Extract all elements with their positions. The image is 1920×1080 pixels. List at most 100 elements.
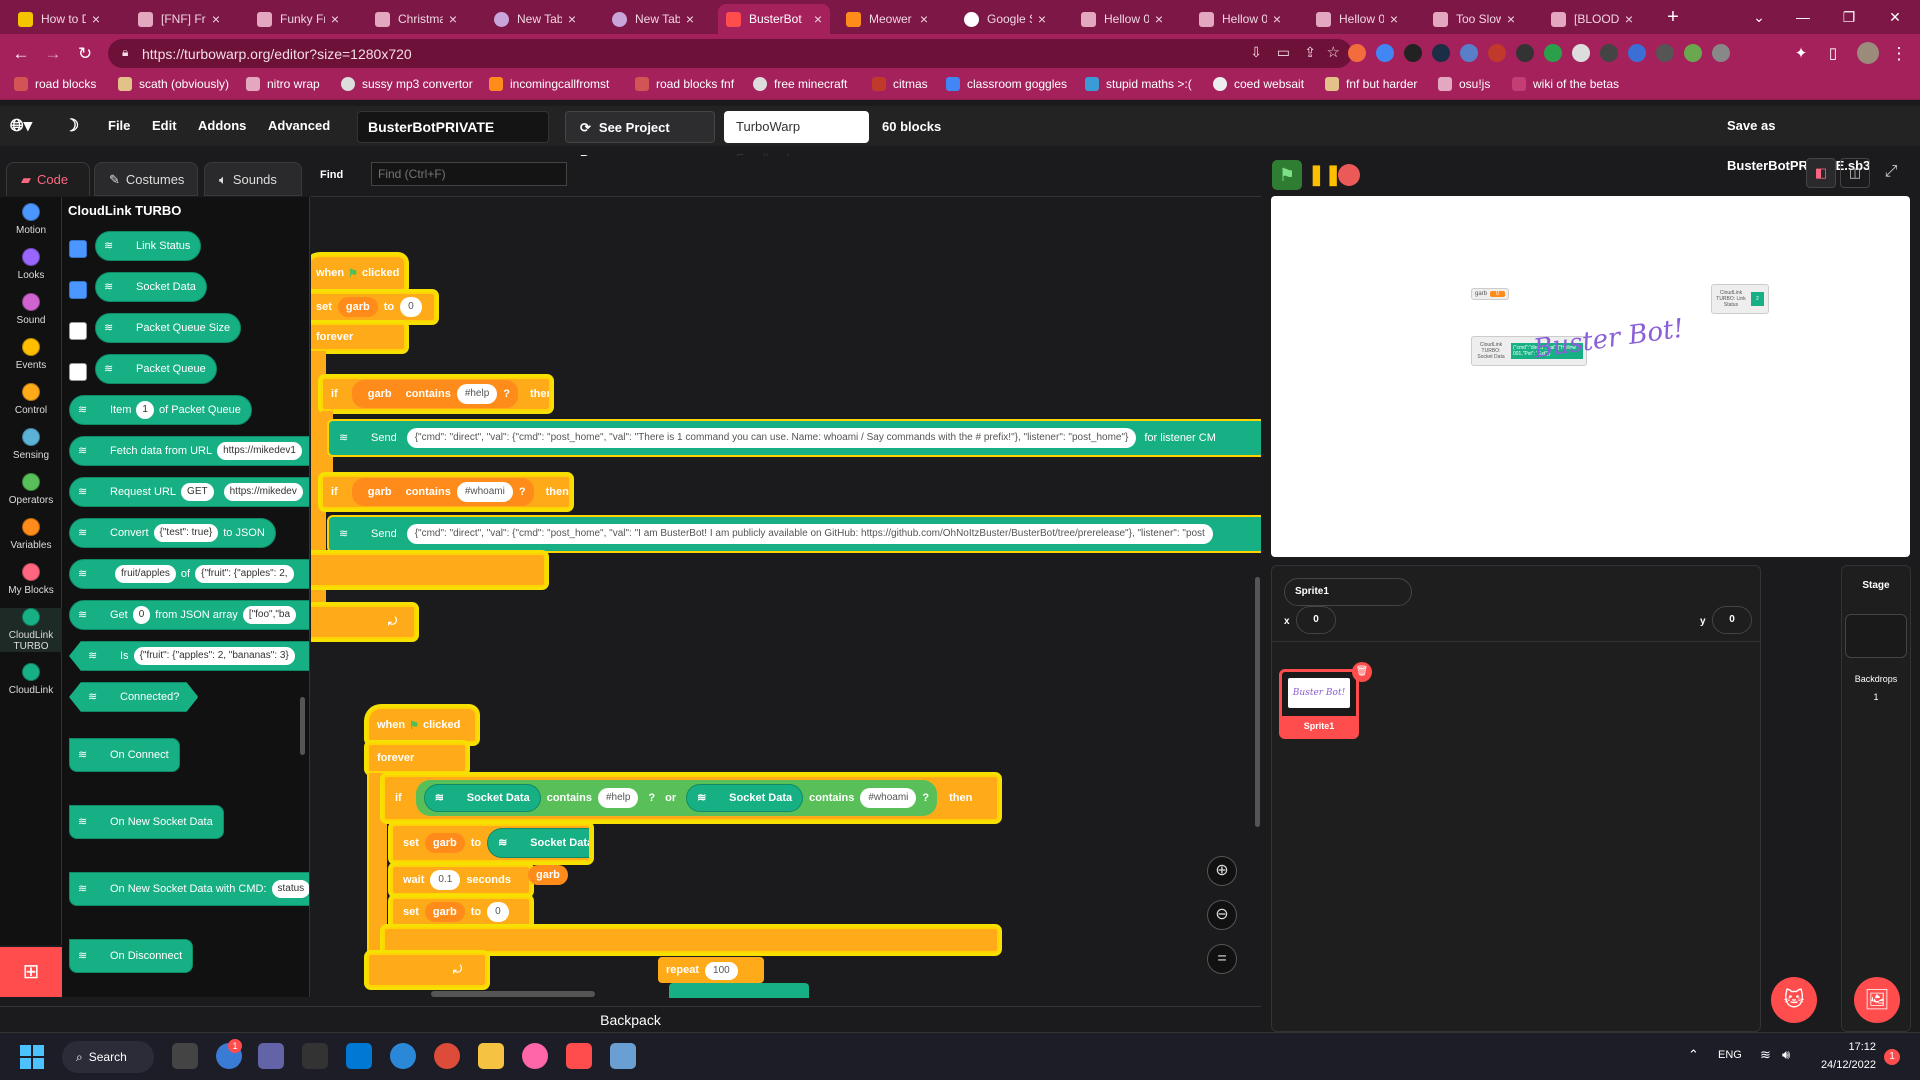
bookmark[interactable]: road blocks <box>14 77 96 91</box>
bookmark[interactable]: road blocks fnf <box>635 77 734 91</box>
teams-icon[interactable] <box>258 1043 284 1069</box>
hat-on-new-socket-data[interactable]: ≋ On New Socket Data <box>69 805 224 839</box>
minimize-icon[interactable]: — <box>1780 4 1826 30</box>
reporter-get-json-array[interactable]: ≋ Get 0 from JSON array ["foo","ba <box>69 600 309 630</box>
block-partial-green[interactable] <box>669 983 809 998</box>
category-control[interactable]: Control <box>0 383 62 416</box>
extension-icon[interactable] <box>1376 44 1394 62</box>
block-if-whoami[interactable]: if garb contains #whoami? then <box>321 475 571 509</box>
category-cloudlink-turbo[interactable]: CloudLink TURBO <box>0 608 62 652</box>
small-stage-icon[interactable]: ◧ <box>1806 158 1836 188</box>
close-icon[interactable]: × <box>1038 11 1046 27</box>
browser-tab[interactable]: Meower × <box>838 4 936 34</box>
add-backdrop-button[interactable]: 🖼︎ <box>1854 977 1900 1023</box>
close-icon[interactable]: × <box>1390 11 1398 27</box>
category-motion[interactable]: Motion <box>0 203 62 236</box>
green-flag-icon[interactable]: ⚑ <box>1272 160 1302 190</box>
extension-icon[interactable] <box>1572 44 1590 62</box>
bookmark-star-icon[interactable]: ☆ <box>1327 43 1340 61</box>
bookmark[interactable]: incomingcallfromst <box>489 77 609 91</box>
find-input[interactable] <box>371 162 567 186</box>
block-if-help[interactable]: if garb contains #help? then <box>321 377 551 411</box>
page-icon[interactable]: ▭ <box>1277 44 1290 61</box>
url-text[interactable]: https://turbowarp.org/editor?size=1280x7… <box>142 46 412 62</box>
browser-tab-active[interactable]: BusterBot × <box>718 4 830 34</box>
add-sprite-button[interactable]: 🐱︎ <box>1771 977 1817 1023</box>
close-icon[interactable]: × <box>568 11 576 27</box>
language-indicator[interactable]: ENG <box>1718 1049 1742 1061</box>
extension-icon[interactable] <box>1684 44 1702 62</box>
project-title-input[interactable]: BusterBotPRIVATE <box>357 111 549 143</box>
close-window-icon[interactable]: ✕ <box>1872 4 1918 30</box>
palette-scrollbar[interactable] <box>300 697 305 755</box>
block-set-garb[interactable]: set garb to 0 <box>311 292 436 322</box>
browser-tab[interactable]: [FNF] Frid× <box>130 4 228 34</box>
close-icon[interactable]: × <box>1155 11 1163 27</box>
extension-icon[interactable] <box>1460 44 1478 62</box>
feedback-button[interactable]: TurboWarp Feedback <box>724 111 869 166</box>
category-cloudlink[interactable]: CloudLink <box>0 663 62 696</box>
fullscreen-icon[interactable]: ⤢ <box>1876 158 1906 188</box>
extension-icon[interactable] <box>1712 44 1730 62</box>
checkbox-socket-data[interactable] <box>69 281 87 299</box>
lock-icon[interactable]: 🔒︎ <box>122 45 128 60</box>
browser-tab[interactable]: New Tab × <box>486 4 584 34</box>
browser-tab[interactable]: [BLOOD V× <box>1543 4 1641 34</box>
clock-time[interactable]: 17:12 <box>1816 1041 1876 1053</box>
stage-selector-pane[interactable]: Stage Backdrops 1 🖼︎ <box>1841 565 1911 1032</box>
new-tab-button[interactable]: + <box>1650 4 1696 30</box>
category-events[interactable]: Events <box>0 338 62 371</box>
osu-icon[interactable] <box>522 1043 548 1069</box>
block-repeat[interactable]: repeat 100 <box>658 957 764 983</box>
notification-count[interactable]: 1 <box>1884 1049 1900 1065</box>
browser-tab[interactable]: Google Sc× <box>956 4 1054 34</box>
stop-icon[interactable] <box>1338 164 1360 186</box>
task-manager-icon[interactable] <box>610 1043 636 1069</box>
theme-moon-icon[interactable]: ☽ <box>64 106 79 146</box>
sprite-thumbnail[interactable]: Buster Bot! Sprite1 <box>1279 669 1359 739</box>
checkbox-packet-queue[interactable] <box>69 363 87 381</box>
browser-tab[interactable]: How to D × <box>10 4 108 34</box>
file-explorer-icon[interactable] <box>478 1043 504 1069</box>
block-set-garb-zero[interactable]: set garb to 0 <box>391 897 531 927</box>
reporter-packet-queue-size[interactable]: ≋ Packet Queue Size <box>95 313 242 343</box>
forward-icon[interactable]: → <box>40 41 66 67</box>
close-icon[interactable]: × <box>686 11 694 27</box>
tray-chevron-icon[interactable]: ⌃ <box>1688 1047 1699 1063</box>
close-icon[interactable]: × <box>212 11 220 27</box>
boolean-connected[interactable]: ≋ Connected? <box>69 682 198 712</box>
reporter-socket-data[interactable]: ≋ Socket Data <box>95 272 207 302</box>
vscode-icon[interactable] <box>346 1043 372 1069</box>
browser-tab[interactable]: Hellow 0. × <box>1191 4 1289 34</box>
delete-trash-icon[interactable]: 🗑︎ <box>1352 662 1372 682</box>
reporter-socket-data[interactable]: ≋ Socket Data <box>487 828 589 858</box>
bookmark[interactable]: sussy mp3 convertor <box>341 77 473 91</box>
bookmark[interactable]: stupid maths >:( <box>1085 77 1192 91</box>
monitor-link-status[interactable]: CloudLink TURBO: Link Status 2 <box>1711 284 1769 314</box>
reload-icon[interactable]: ↻ <box>72 41 98 67</box>
avatar[interactable] <box>1857 42 1879 64</box>
bookmark[interactable]: nitro wrap <box>246 77 320 91</box>
backpack[interactable]: Backpack <box>0 1006 1261 1032</box>
block-forever[interactable]: forever <box>311 323 406 351</box>
hat-when-flag-clicked-2[interactable]: when ⚑ clicked <box>367 707 477 743</box>
reporter-convert-json[interactable]: ≋ Convert {"test": true} to JSON <box>69 518 276 548</box>
extension-icon[interactable] <box>1516 44 1534 62</box>
menu-addons[interactable]: Addons <box>198 106 246 146</box>
terminal-icon[interactable] <box>302 1043 328 1069</box>
bookmark[interactable]: classroom goggles <box>946 77 1067 91</box>
vertical-scrollbar[interactable] <box>1255 577 1260 827</box>
restore-icon[interactable]: ❐ <box>1826 4 1872 30</box>
block-if-socket[interactable]: if ≋ Socket Data contains #help? or ≋ Socket Da… <box>383 775 999 821</box>
block-wait[interactable]: wait 0.1 seconds <box>391 865 531 895</box>
omnibox[interactable]: 🔒︎ https://turbowarp.org/editor?size=128… <box>108 39 1352 68</box>
reporter-socket-data[interactable]: ≋ Socket Data <box>423 784 541 812</box>
chrome-icon[interactable] <box>434 1043 460 1069</box>
horizontal-scrollbar[interactable] <box>431 991 595 997</box>
menu-file[interactable]: File <box>108 106 130 146</box>
close-icon[interactable]: × <box>920 11 928 27</box>
back-icon[interactable]: ← <box>8 41 34 67</box>
sprite-name-input[interactable]: Sprite1 <box>1284 578 1412 606</box>
menu-advanced[interactable]: Advanced <box>268 106 330 146</box>
y-input[interactable]: 0 <box>1712 606 1752 634</box>
